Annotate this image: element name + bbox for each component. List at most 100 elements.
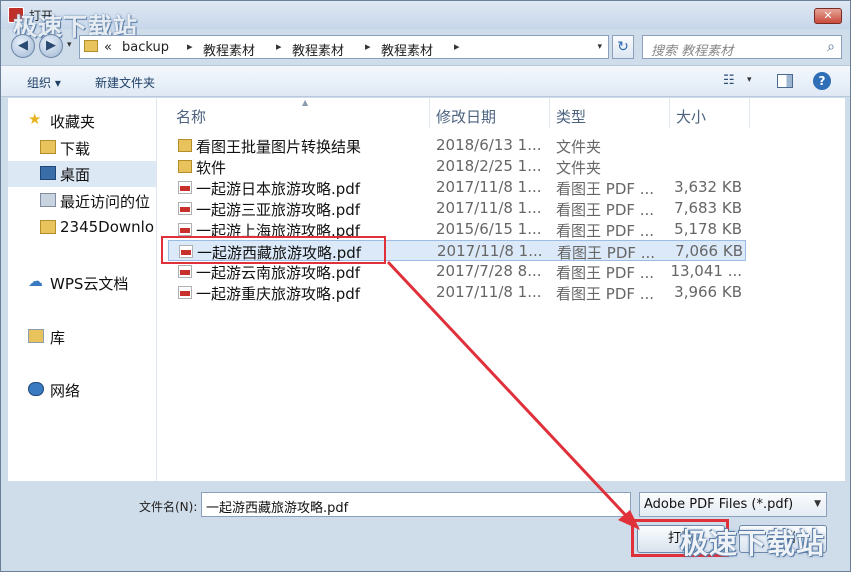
file-type: 看图王 PDF ... <box>556 201 655 219</box>
filetype-select[interactable]: Adobe PDF Files (*.pdf) ▼ <box>639 492 827 517</box>
file-type: 看图王 PDF ... <box>556 180 655 198</box>
list-item[interactable]: 看图王批量图片转换结果 2018/6/13 1... 文件夹 <box>168 135 746 156</box>
file-size: 3,632 KB <box>674 178 742 196</box>
sidebar-item-libraries[interactable]: 库 <box>8 324 156 350</box>
sidebar-item-recent-places[interactable]: 最近访问的位 <box>8 188 156 214</box>
watermark-bottom-right: 极速下载站 <box>680 527 826 560</box>
column-header-type[interactable]: 类型 <box>556 106 586 127</box>
open-file-dialog: 打开 ✕ 极速下载站 ◀ ▶ ▾ « backup ▸ 教程素材 ▸ 教程素材 … <box>0 0 851 572</box>
pdf-file-icon <box>178 223 192 236</box>
list-item[interactable]: 一起游云南旅游攻略.pdf 2017/7/28 8... 看图王 PDF ...… <box>168 261 746 282</box>
file-date: 2017/11/8 1... <box>436 199 542 217</box>
column-divider[interactable] <box>549 98 550 128</box>
folder-icon <box>40 220 56 234</box>
column-divider[interactable] <box>749 98 750 128</box>
sidebar-item-label: 最近访问的位 <box>60 193 151 211</box>
file-size: 3,966 KB <box>674 283 742 301</box>
new-folder-button[interactable]: 新建文件夹 <box>95 74 155 91</box>
folder-icon <box>84 40 98 52</box>
address-dropdown-icon[interactable]: ▾ <box>597 42 602 52</box>
file-date: 2018/6/13 1... <box>436 136 542 154</box>
preview-pane-icon[interactable] <box>777 74 793 88</box>
star-icon: ★ <box>28 110 42 128</box>
search-box[interactable]: 搜索 教程素材 ⌕ <box>642 35 842 59</box>
breadcrumb-separator-icon[interactable]: ▸ <box>454 40 460 53</box>
breadcrumb-folder-1[interactable]: 教程素材 <box>203 40 255 59</box>
file-name: 看图王批量图片转换结果 <box>196 138 362 156</box>
search-input[interactable]: 搜索 教程素材 <box>651 40 733 59</box>
file-name: 一起游三亚旅游攻略.pdf <box>196 201 361 219</box>
history-dropdown-icon[interactable]: ▾ <box>67 40 72 50</box>
filename-label: 文件名(N): <box>139 500 198 514</box>
view-dropdown-icon[interactable]: ▾ <box>747 75 752 85</box>
sidebar-item-favorites[interactable]: ★ 收藏夹 <box>8 108 156 134</box>
file-size: 7,683 KB <box>674 199 742 217</box>
column-divider[interactable] <box>429 98 430 128</box>
navigation-bar: ◀ ▶ ▾ « backup ▸ 教程素材 ▸ 教程素材 ▸ 教程素材 ▸ ▾ … <box>1 31 850 63</box>
desktop-icon <box>40 166 56 180</box>
list-item[interactable]: 一起游重庆旅游攻略.pdf 2017/11/8 1... 看图王 PDF ...… <box>168 282 746 303</box>
address-bar[interactable]: « backup ▸ 教程素材 ▸ 教程素材 ▸ 教程素材 ▸ ▾ <box>79 35 609 59</box>
file-size: 5,178 KB <box>674 220 742 238</box>
sort-ascending-icon: ▲ <box>302 98 309 107</box>
file-name: 软件 <box>196 159 227 177</box>
file-type: 看图王 PDF ... <box>557 244 656 262</box>
filename-field[interactable]: 一起游西藏旅游攻略.pdf <box>201 492 631 517</box>
filetype-value: Adobe PDF Files (*.pdf) <box>644 497 794 512</box>
column-header-size[interactable]: 大小 <box>676 106 706 127</box>
back-button[interactable]: ◀ <box>11 34 35 58</box>
file-date: 2015/6/15 1... <box>436 220 542 238</box>
search-icon[interactable]: ⌕ <box>827 39 835 55</box>
help-icon[interactable]: ? <box>813 72 831 90</box>
pdf-file-icon <box>178 181 192 194</box>
forward-button[interactable]: ▶ <box>39 34 63 58</box>
file-date: 2017/11/8 1... <box>437 242 543 260</box>
annotation-highlight-file <box>161 236 386 264</box>
breadcrumb-backup[interactable]: backup <box>122 40 169 55</box>
recent-places-icon <box>40 193 56 207</box>
close-button[interactable]: ✕ <box>814 8 842 24</box>
file-date: 2017/11/8 1... <box>436 283 542 301</box>
pdf-file-icon <box>178 265 192 278</box>
sidebar-item-downloads[interactable]: 下载 <box>8 135 156 161</box>
breadcrumb-folder-2[interactable]: 教程素材 <box>292 40 344 59</box>
organize-button[interactable]: 组织 ▾ <box>27 74 61 91</box>
file-name: 一起游日本旅游攻略.pdf <box>196 180 361 198</box>
breadcrumb-separator-icon[interactable]: ▸ <box>276 40 282 53</box>
file-name: 一起游云南旅游攻略.pdf <box>196 264 361 282</box>
breadcrumb-folder-3[interactable]: 教程素材 <box>381 40 433 59</box>
sidebar-item-2345downloads[interactable]: 2345Downlo <box>8 215 156 241</box>
sidebar-item-wps-cloud[interactable]: ☁ WPS云文档 <box>8 270 156 296</box>
file-date: 2017/11/8 1... <box>436 178 542 196</box>
pdf-file-icon <box>178 286 192 299</box>
navigation-pane: ★ 收藏夹 下载 桌面 最近访问的位 2345Downlo ☁ WPS云文档 库… <box>8 98 157 481</box>
breadcrumb-separator-icon[interactable]: ▸ <box>187 40 193 53</box>
file-type: 文件夹 <box>556 159 602 177</box>
refresh-button[interactable]: ↻ <box>612 35 634 59</box>
sidebar-item-desktop[interactable]: 桌面 <box>8 161 156 187</box>
column-header-name[interactable]: 名称 <box>176 106 206 127</box>
chevron-down-icon: ▼ <box>814 499 821 509</box>
file-date: 2017/7/28 8... <box>436 262 542 280</box>
list-item[interactable]: 一起游三亚旅游攻略.pdf 2017/11/8 1... 看图王 PDF ...… <box>168 198 746 219</box>
file-list: ▲ 名称 修改日期 类型 大小 看图王批量图片转换结果 2018/6/13 1.… <box>158 98 845 481</box>
file-type: 看图王 PDF ... <box>556 285 655 303</box>
sidebar-item-network[interactable]: 网络 <box>8 377 156 403</box>
file-type: 看图王 PDF ... <box>556 222 655 240</box>
view-options-icon[interactable]: ☷ <box>723 73 735 88</box>
download-folder-icon <box>40 140 56 154</box>
file-size: 13,041 ... <box>670 262 742 280</box>
command-toolbar: 组织 ▾ 新建文件夹 ☷ ▾ ? <box>1 65 850 97</box>
column-header-date[interactable]: 修改日期 <box>436 106 496 127</box>
file-type: 文件夹 <box>556 138 602 156</box>
breadcrumb-overflow[interactable]: « <box>104 40 112 55</box>
column-divider[interactable] <box>669 98 670 128</box>
sidebar-item-label: 下载 <box>60 140 91 158</box>
list-item[interactable]: 软件 2018/2/25 1... 文件夹 <box>168 156 746 177</box>
list-item[interactable]: 一起游日本旅游攻略.pdf 2017/11/8 1... 看图王 PDF ...… <box>168 177 746 198</box>
breadcrumb-separator-icon[interactable]: ▸ <box>365 40 371 53</box>
sidebar-item-label: 网络 <box>50 382 81 400</box>
network-icon <box>28 382 44 396</box>
folder-icon <box>178 139 192 152</box>
file-size: 7,066 KB <box>675 242 743 260</box>
